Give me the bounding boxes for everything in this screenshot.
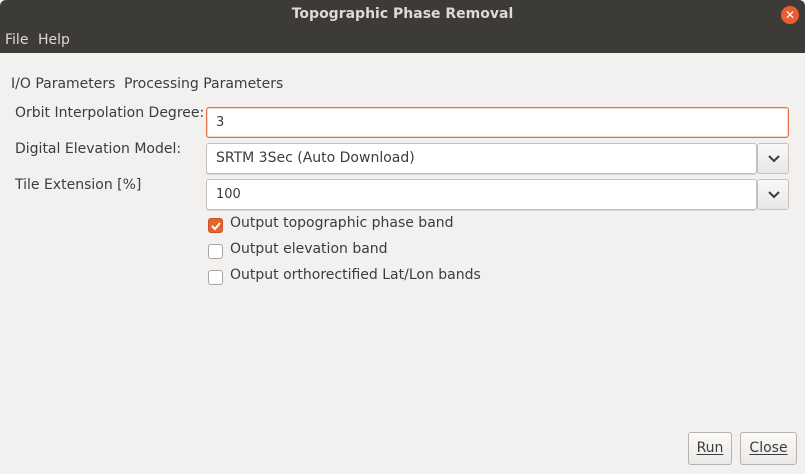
latlon-bands-label: Output orthorectified Lat/Lon bands xyxy=(230,267,481,283)
title-bar: Topographic Phase Removal ✕ xyxy=(0,0,805,30)
tile-extension-select[interactable]: 100 xyxy=(206,179,757,210)
dem-dropdown-button[interactable] xyxy=(757,143,789,174)
orbit-degree-input[interactable] xyxy=(206,107,789,138)
checkmark-icon xyxy=(211,222,221,231)
menu-file[interactable]: File xyxy=(5,32,28,48)
close-icon: ✕ xyxy=(784,8,796,22)
tile-extension-label: Tile Extension [%] xyxy=(15,177,142,193)
tile-extension-dropdown-button[interactable] xyxy=(757,179,789,210)
menu-help[interactable]: Help xyxy=(38,32,70,48)
topographic-phase-label: Output topographic phase band xyxy=(230,215,454,231)
chevron-down-icon xyxy=(768,155,780,163)
tab-strip: I/O Parameters Processing Parameters xyxy=(0,74,805,96)
dem-label: Digital Elevation Model: xyxy=(15,141,182,157)
tab-io-parameters[interactable]: I/O Parameters xyxy=(11,76,115,92)
menu-bar: File Help xyxy=(0,30,805,53)
chevron-down-icon xyxy=(768,191,780,199)
run-button[interactable]: Run xyxy=(688,432,732,465)
tab-processing-parameters[interactable]: Processing Parameters xyxy=(124,76,283,92)
latlon-bands-checkbox[interactable] xyxy=(208,270,223,285)
window-close-button[interactable]: ✕ xyxy=(781,6,799,24)
orbit-degree-label: Orbit Interpolation Degree: xyxy=(15,105,205,121)
close-button[interactable]: Close xyxy=(740,432,797,465)
elevation-band-label: Output elevation band xyxy=(230,241,388,257)
topographic-phase-checkbox[interactable] xyxy=(208,218,223,233)
elevation-band-checkbox[interactable] xyxy=(208,244,223,259)
window-title: Topographic Phase Removal xyxy=(291,6,514,22)
dem-select[interactable]: SRTM 3Sec (Auto Download) xyxy=(206,143,757,174)
